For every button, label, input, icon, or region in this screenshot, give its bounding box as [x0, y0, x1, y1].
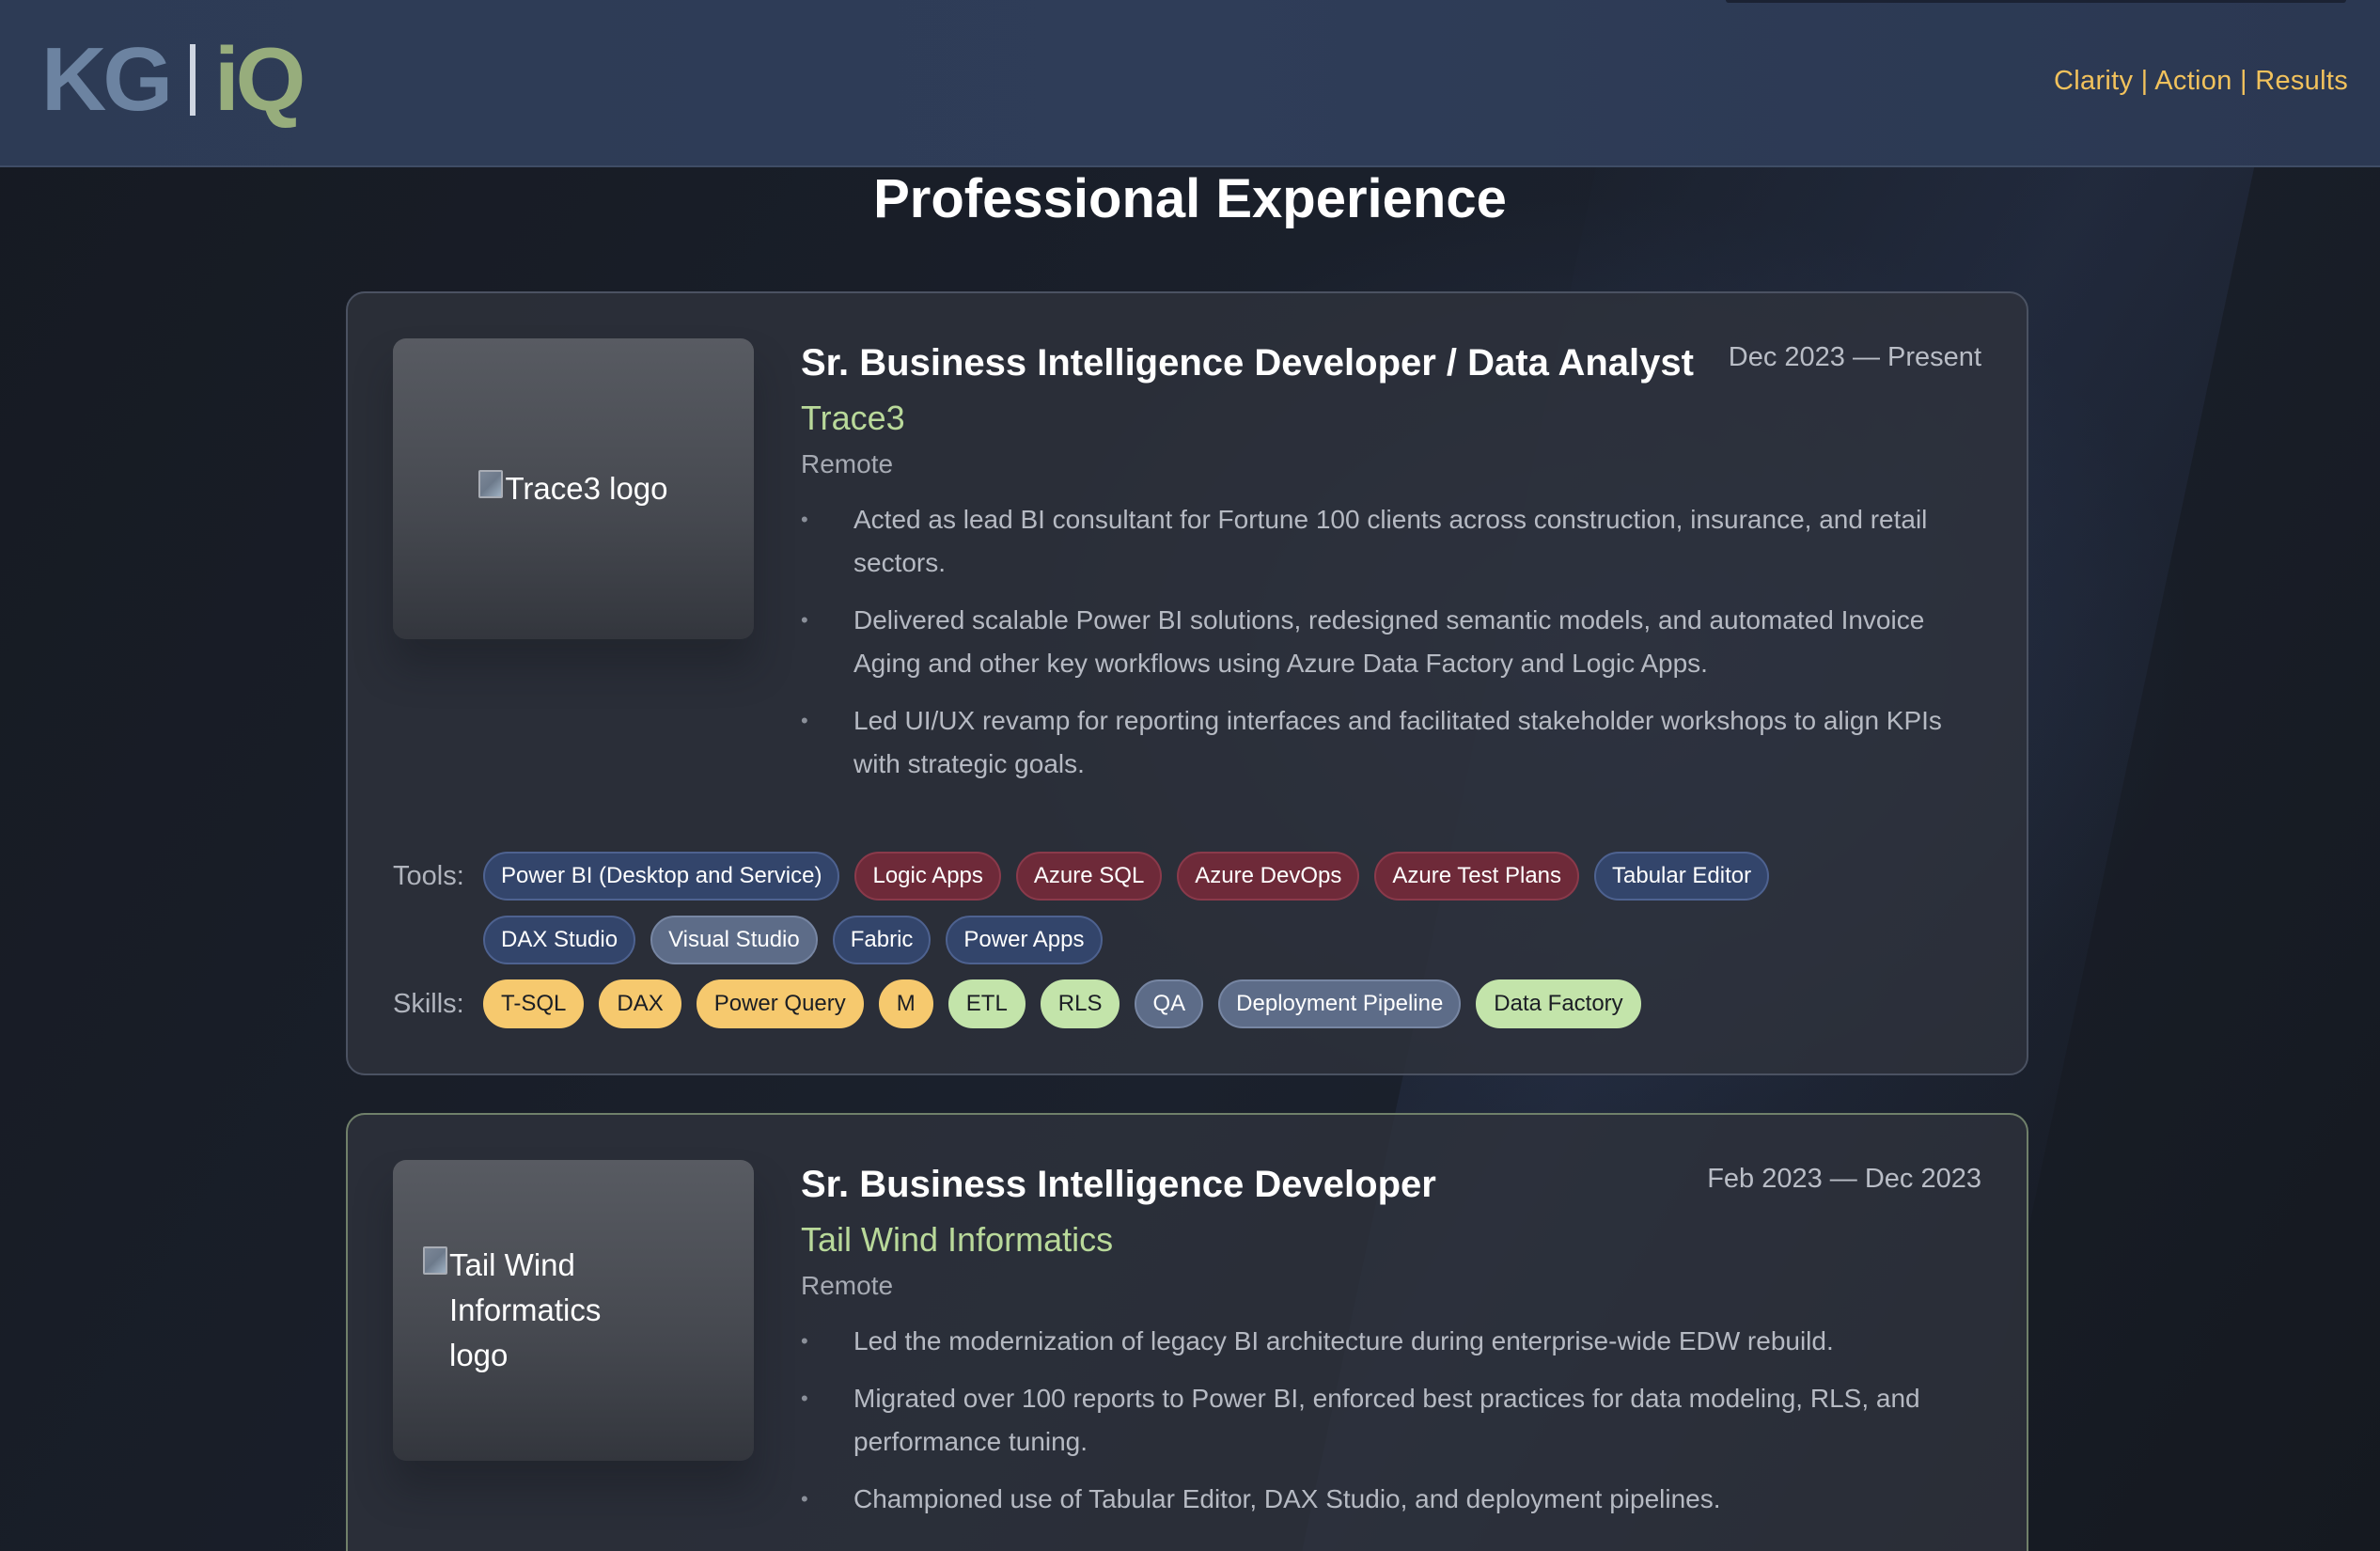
skill-tag: QA: [1135, 979, 1204, 1028]
skill-tag: Power Query: [696, 979, 864, 1028]
responsibility-item: • Migrated over 100 reports to Power BI, …: [801, 1377, 1985, 1464]
tool-tag: Visual Studio: [650, 916, 818, 964]
bullet-icon: •: [801, 709, 808, 732]
tool-tag: Tabular Editor: [1594, 852, 1770, 901]
company-logo-alt-text: Tail Wind Informatics logo: [449, 1247, 602, 1372]
tools-tag-list: Power BI (Desktop and Service) Logic Apps…: [483, 852, 1921, 964]
header-tagline: Clarity | Action | Results: [2054, 66, 2348, 96]
experience-card: Trace3 logo Sr. Business Intelligence De…: [346, 291, 2028, 1075]
responsibility-text: Acted as lead BI consultant for Fortune …: [853, 505, 1928, 577]
skill-tag: T-SQL: [483, 979, 585, 1028]
responsibility-text: Led UI/UX revamp for reporting interface…: [853, 706, 1942, 778]
bullet-icon: •: [801, 1329, 808, 1353]
responsibility-text: Championed use of Tabular Editor, DAX St…: [853, 1484, 1721, 1513]
logo-kg-text: KG: [41, 29, 173, 130]
job-location: Remote: [801, 449, 894, 478]
tool-tag: Power BI (Desktop and Service): [483, 852, 840, 901]
tools-row: Tools: Power BI (Desktop and Service) Log…: [393, 852, 1921, 964]
section-title: Professional Experience: [873, 168, 1507, 229]
company-name: Trace3: [801, 399, 905, 437]
tool-tag: Azure DevOps: [1177, 852, 1360, 901]
page: KG iQ Clarity | Action | Results Profess…: [0, 0, 2380, 1551]
tool-tag: Logic Apps: [854, 852, 1001, 901]
responsibility-item: • Championed use of Tabular Editor, DAX S…: [801, 1478, 1985, 1521]
responsibility-item: • Led UI/UX revamp for reporting interfac…: [801, 699, 1985, 786]
skill-tag: M: [878, 979, 933, 1028]
job-responsibilities: • Acted as lead BI consultant for Fortune…: [801, 498, 1985, 800]
broken-image-icon: [478, 470, 504, 498]
logo-divider: [190, 44, 196, 116]
company-logo-placeholder: Tail Wind Informatics logo: [393, 1160, 754, 1461]
responsibility-item: • Led the modernization of legacy BI arch…: [801, 1320, 1985, 1363]
bullet-icon: •: [801, 1386, 808, 1410]
skill-tag: Data Factory: [1476, 979, 1641, 1028]
tool-tag: Fabric: [832, 916, 932, 964]
job-title: Sr. Business Intelligence Developer / Da…: [801, 342, 1694, 384]
responsibility-text: Delivered scalable Power BI solutions, r…: [853, 605, 1925, 678]
company-logo-placeholder: Trace3 logo: [393, 338, 754, 639]
skill-tag: Deployment Pipeline: [1218, 979, 1462, 1028]
broken-image: Trace3 logo: [478, 466, 668, 511]
logo-iq-text: iQ: [214, 29, 305, 130]
responsibility-item: • Acted as lead BI consultant for Fortune…: [801, 498, 1985, 585]
tool-tag: Azure SQL: [1015, 852, 1163, 901]
bullet-icon: •: [801, 1487, 808, 1511]
responsibility-text: Led the modernization of legacy BI archi…: [853, 1326, 1834, 1355]
broken-image-icon: [423, 1246, 447, 1275]
tool-tag: DAX Studio: [483, 916, 636, 964]
skills-tag-list: T-SQL DAX Power Query M ETL RLS QA Deployment P…: [483, 979, 1921, 1028]
job-dates: Dec 2023 — Present: [1728, 342, 1981, 372]
site-logo[interactable]: KG iQ: [41, 28, 305, 132]
responsibility-text: Migrated over 100 reports to Power BI, e…: [853, 1384, 1920, 1456]
skills-label: Skills:: [393, 989, 464, 1019]
company-logo-alt-text: Trace3 logo: [505, 471, 668, 506]
skill-tag: DAX: [599, 979, 681, 1028]
skill-tag: RLS: [1040, 979, 1120, 1028]
bullet-icon: •: [801, 608, 808, 632]
job-location: Remote: [801, 1271, 894, 1300]
bullet-icon: •: [801, 508, 808, 531]
experience-card: Tail Wind Informatics logo Sr. Business …: [346, 1113, 2028, 1551]
tool-tag: Power Apps: [946, 916, 1103, 964]
tool-tag: Azure Test Plans: [1374, 852, 1580, 901]
responsibility-item: • Delivered scalable Power BI solutions, …: [801, 599, 1985, 685]
skill-tag: ETL: [947, 979, 1026, 1028]
site-header: KG iQ Clarity | Action | Results: [0, 0, 2380, 167]
job-dates: Feb 2023 — Dec 2023: [1707, 1164, 1981, 1194]
broken-image: Tail Wind Informatics logo: [423, 1243, 665, 1378]
tools-label: Tools:: [393, 861, 464, 891]
header-accent-bar: [1726, 0, 2346, 3]
job-title: Sr. Business Intelligence Developer: [801, 1164, 1436, 1205]
job-responsibilities: • Led the modernization of legacy BI arch…: [801, 1320, 1985, 1535]
company-name: Tail Wind Informatics: [801, 1220, 1114, 1259]
skills-row: Skills: T-SQL DAX Power Query M ETL RLS QA Depl…: [393, 979, 1921, 1028]
